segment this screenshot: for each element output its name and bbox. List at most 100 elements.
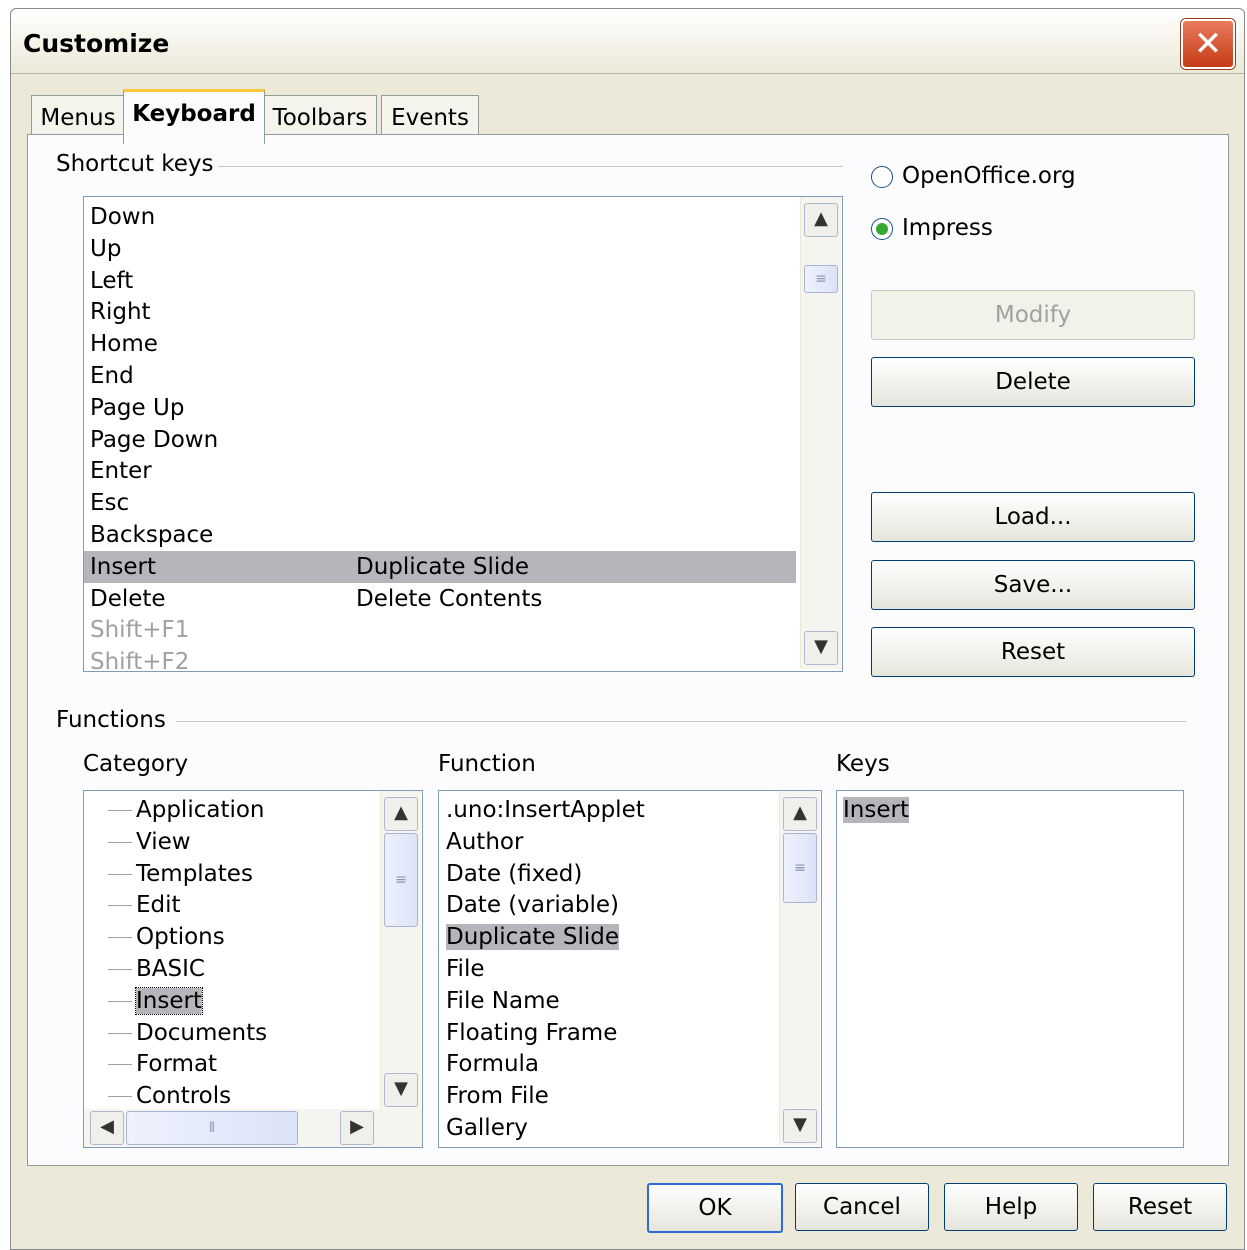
keys-label: Keys (836, 751, 890, 777)
save-button[interactable]: Save... (871, 560, 1195, 610)
category-item[interactable]: Options (108, 921, 225, 953)
category-vscroll[interactable]: ▲ ≡ ▼ (380, 791, 421, 1109)
divider (218, 166, 843, 167)
category-hscroll[interactable]: ◀ ⦀ ▶ (84, 1109, 422, 1147)
shortcut-row[interactable]: Down (84, 201, 796, 233)
button-label: Reset (1127, 1194, 1193, 1220)
category-item[interactable]: View (108, 826, 191, 858)
scroll-down-icon[interactable]: ▼ (804, 631, 838, 665)
delete-button[interactable]: Delete (871, 357, 1195, 407)
function-item[interactable]: Date (fixed) (446, 858, 582, 890)
shortcut-row[interactable]: Insert Duplicate Slide (84, 550, 796, 583)
scroll-thumb[interactable]: ≡ (783, 833, 817, 903)
help-button[interactable]: Help (944, 1183, 1078, 1231)
scroll-up-icon[interactable]: ▲ (384, 797, 418, 831)
category-tree[interactable]: Application View Templates Edit Options BASIC… (83, 790, 423, 1148)
function-item[interactable]: Date (variable) (446, 889, 619, 921)
keyboard-tab-panel: Shortcut keys Down Up Left Right Home End Page… (27, 134, 1229, 1166)
shortcut-row[interactable]: End (84, 360, 796, 392)
shortcut-row[interactable]: Left (84, 265, 796, 297)
tree-connector (108, 810, 132, 811)
category-item[interactable]: Insert (108, 985, 203, 1017)
function-item[interactable]: Floating Frame (446, 1017, 617, 1049)
button-label: Help (984, 1194, 1038, 1220)
shortcut-scrollbar[interactable]: ▲ ≡ ▼ (800, 197, 841, 669)
scroll-left-icon[interactable]: ◀ (90, 1111, 124, 1145)
tree-connector (108, 1064, 132, 1066)
category-item-label: Templates (136, 860, 253, 887)
radio-impress[interactable] (871, 218, 893, 240)
button-label: Modify (994, 302, 1072, 328)
shortcut-row[interactable]: Esc (84, 487, 796, 519)
scroll-up-icon[interactable]: ▲ (804, 203, 838, 237)
tree-connector (108, 1096, 132, 1098)
tab-keyboard[interactable]: Keyboard (123, 89, 265, 144)
load-button[interactable]: Load... (871, 492, 1195, 542)
function-item[interactable]: .uno:InsertApplet (446, 794, 645, 826)
category-item[interactable]: Edit (108, 889, 181, 921)
category-item[interactable]: Controls (108, 1080, 232, 1112)
keys-list[interactable]: Insert (836, 790, 1184, 1148)
shortcut-row[interactable]: Page Down (84, 424, 796, 456)
modify-button[interactable]: Modify (871, 290, 1195, 340)
radio-openoffice[interactable] (871, 166, 893, 188)
tree-connector (108, 873, 132, 875)
reset-shortcuts-button[interactable]: Reset (871, 627, 1195, 677)
shortcut-row[interactable]: Enter (84, 455, 796, 487)
category-item-label: Application (136, 797, 265, 823)
scroll-right-icon[interactable]: ▶ (340, 1111, 374, 1145)
function-item[interactable]: Formula (446, 1048, 539, 1080)
shortcut-keys-list[interactable]: Down Up Left Right Home End Page Up Page Down En… (83, 196, 843, 672)
shortcut-row[interactable]: Delete Delete Contents (84, 583, 796, 615)
category-item-label: Controls (136, 1083, 232, 1110)
function-item[interactable]: File (446, 953, 485, 985)
tree-connector (108, 937, 132, 939)
cancel-button[interactable]: Cancel (795, 1183, 929, 1231)
shortcut-key: Delete (90, 585, 166, 612)
scroll-thumb[interactable]: ⦀ (126, 1111, 298, 1145)
scroll-thumb[interactable]: ≡ (804, 265, 838, 293)
shortcut-row[interactable]: Up (84, 233, 796, 265)
function-item-label: File Name (446, 987, 560, 1014)
category-item[interactable]: Application (108, 794, 265, 826)
scroll-thumb[interactable]: ≡ (384, 833, 418, 927)
close-button[interactable]: ✕ (1181, 19, 1235, 69)
function-item-label: .uno:InsertApplet (446, 797, 645, 823)
category-item-label: View (136, 828, 191, 855)
button-label: Delete (995, 369, 1071, 395)
function-item-label: Gallery (446, 1115, 528, 1141)
reset-button[interactable]: Reset (1093, 1183, 1227, 1231)
shortcut-row[interactable]: Shift+F2 (84, 646, 796, 672)
shortcut-row[interactable]: Page Up (84, 392, 796, 424)
category-item[interactable]: BASIC (108, 953, 205, 985)
scroll-down-icon[interactable]: ▼ (783, 1109, 817, 1143)
button-label: Reset (1000, 639, 1066, 665)
ok-button[interactable]: OK (647, 1183, 783, 1233)
function-scrollbar[interactable]: ▲ ≡ ▼ (779, 791, 820, 1145)
shortcut-key: Right (90, 299, 151, 326)
radio-openoffice-label: OpenOffice.org (902, 163, 1076, 189)
shortcut-key: Esc (90, 490, 130, 517)
shortcut-function: Duplicate Slide (356, 553, 530, 580)
category-item[interactable]: Format (108, 1048, 217, 1080)
category-item[interactable]: Documents (108, 1017, 268, 1049)
function-item[interactable]: Author (446, 826, 523, 858)
tree-connector (108, 905, 132, 907)
category-item[interactable]: Templates (108, 858, 253, 890)
shortcut-row[interactable]: Home (84, 328, 796, 360)
function-list[interactable]: .uno:InsertApplet Author Date (fixed) Date … (438, 790, 822, 1148)
shortcut-key: Shift+F2 (90, 649, 190, 672)
key-item[interactable]: Insert (843, 794, 909, 826)
shortcut-row[interactable]: Shift+F1 (84, 614, 796, 646)
category-item-label: Documents (136, 1019, 268, 1046)
shortcut-row[interactable]: Right (84, 296, 796, 328)
scroll-up-icon[interactable]: ▲ (783, 797, 817, 831)
function-item[interactable]: From File (446, 1080, 549, 1112)
radio-selected-dot (876, 223, 888, 235)
function-item[interactable]: File Name (446, 985, 560, 1017)
shortcut-row[interactable]: Backspace (84, 519, 796, 551)
function-item[interactable]: Gallery (446, 1112, 528, 1144)
function-item[interactable]: Duplicate Slide (446, 921, 620, 953)
category-item-label: Insert (135, 986, 203, 1015)
scroll-down-icon[interactable]: ▼ (384, 1073, 418, 1107)
